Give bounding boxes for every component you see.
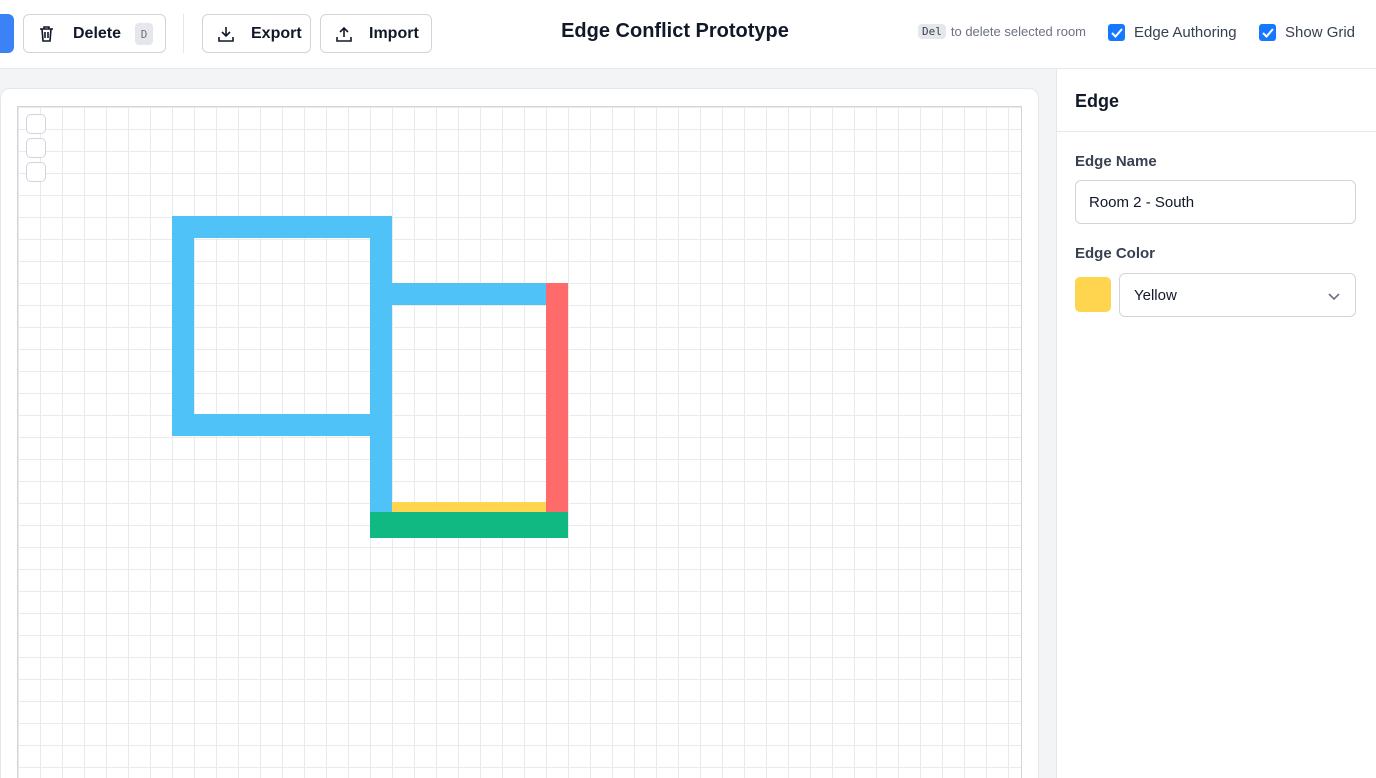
check-icon	[1110, 27, 1123, 38]
room-2-north-edge[interactable]	[370, 283, 568, 305]
edge-authoring-toggle[interactable]: Edge Authoring	[1108, 24, 1237, 41]
edge-inspector-panel: Edge Edge Name Edge Color Yellow	[1056, 69, 1376, 778]
room-1-east-edge[interactable]	[370, 216, 392, 436]
edge-name-input[interactable]	[1075, 180, 1356, 224]
room-1-north-edge[interactable]	[172, 216, 392, 238]
panel-title: Edge	[1075, 91, 1120, 111]
show-grid-checkbox[interactable]	[1259, 24, 1276, 41]
room-2[interactable]	[370, 283, 568, 538]
room-2-south-edge-conflict[interactable]	[370, 512, 568, 538]
room-2-south-edge-selected[interactable]	[392, 502, 546, 512]
edge-name-label: Edge Name	[1075, 153, 1157, 170]
room-1-south-edge[interactable]	[172, 414, 392, 436]
edge-color-select[interactable]: Yellow	[1119, 273, 1356, 317]
show-grid-toggle[interactable]: Show Grid	[1259, 24, 1355, 41]
edge-color-value: Yellow	[1134, 287, 1177, 304]
room-1[interactable]	[172, 216, 392, 436]
room-2-east-edge[interactable]	[546, 283, 568, 538]
chevron-down-icon	[1328, 293, 1340, 301]
edge-authoring-label: Edge Authoring	[1134, 24, 1237, 41]
edge-authoring-checkbox[interactable]	[1108, 24, 1125, 41]
panel-header: Edge	[1057, 69, 1376, 132]
room-1-west-edge[interactable]	[172, 216, 194, 436]
floorplan-rooms	[172, 216, 568, 538]
check-icon	[1261, 27, 1274, 38]
edge-color-label: Edge Color	[1075, 245, 1156, 262]
show-grid-label: Show Grid	[1285, 24, 1356, 41]
edge-color-swatch	[1075, 277, 1111, 312]
